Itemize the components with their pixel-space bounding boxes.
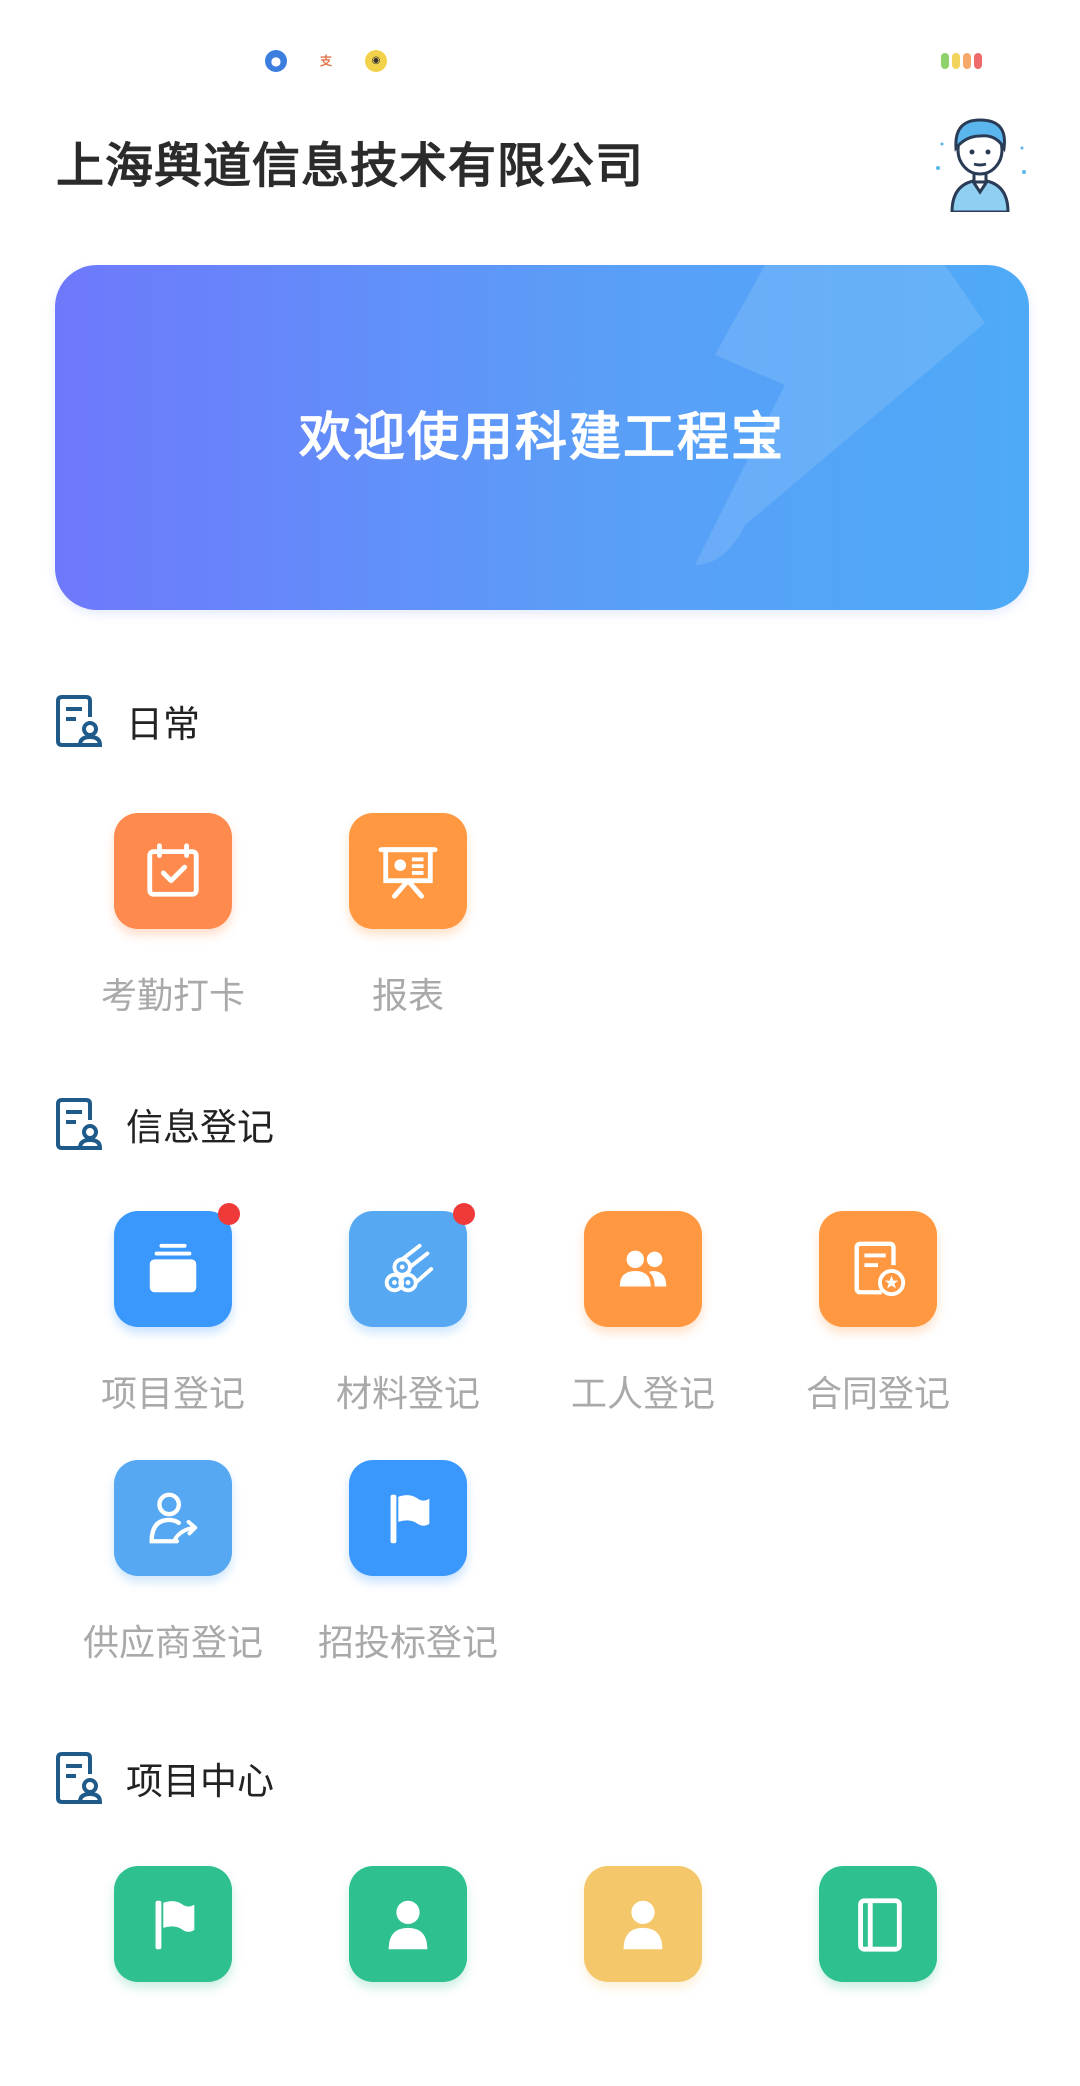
tile-project-center-1[interactable] <box>56 1866 290 2086</box>
tile-supplier-registration[interactable]: 供应商登记 <box>56 1460 290 1680</box>
notification-badge <box>453 1203 475 1225</box>
tile-label: 招投标登记 <box>317 1623 498 1664</box>
avatar[interactable] <box>930 108 1030 214</box>
document-person-icon <box>56 1752 102 1804</box>
section-header-info-registration: 信息登记 <box>56 1097 274 1151</box>
tile-icon-bg <box>819 1866 937 1982</box>
banner-title: 欢迎使用科建工程宝 <box>298 408 785 468</box>
tile-project-center-2[interactable] <box>291 1866 525 2086</box>
tile-bidding-registration[interactable]: 招投标登记 <box>291 1460 525 1680</box>
indicator-dot <box>952 53 960 69</box>
tile-label: 合同登记 <box>805 1374 950 1415</box>
indicator-dot <box>974 53 982 69</box>
app-icon: 支 <box>319 54 332 68</box>
indicator-dot <box>941 53 949 69</box>
tile-label: 供应商登记 <box>82 1623 263 1664</box>
company-name: 上海舆道信息技术有限公司 <box>56 138 645 194</box>
indicator-dot <box>963 53 971 69</box>
flag-icon <box>390 1494 430 1544</box>
face-icon: ◉ <box>365 50 387 72</box>
section-header-project-center: 项目中心 <box>56 1751 274 1805</box>
folder-stack-icon <box>149 1243 197 1293</box>
tile-project-center-3[interactable] <box>526 1866 760 2086</box>
section-title: 信息登记 <box>126 1106 274 1149</box>
person-share-icon <box>149 1492 198 1544</box>
section-title: 日常 <box>126 703 200 746</box>
tile-icon-bg <box>114 1211 232 1327</box>
tile-material-registration[interactable]: 材料登记 <box>291 1203 525 1431</box>
tile-project-registration[interactable]: 项目登记 <box>56 1203 290 1431</box>
tile-label: 考勤打卡 <box>100 976 245 1017</box>
people-icon <box>619 1250 667 1287</box>
notebook-icon <box>858 1898 902 1952</box>
tile-worker-registration[interactable]: 工人登记 <box>526 1211 760 1431</box>
tile-contract-registration[interactable]: 合同登记 <box>761 1211 995 1431</box>
tile-report[interactable]: 报表 <box>291 813 525 1033</box>
user-avatar-icon <box>936 118 1026 214</box>
tile-icon-bg <box>349 1460 467 1576</box>
tile-label: 报表 <box>371 976 444 1017</box>
person-icon <box>388 1900 428 1950</box>
tile-icon-bg <box>584 1866 702 1982</box>
tile-icon-bg <box>584 1211 702 1327</box>
status-indicator-dots <box>941 53 982 69</box>
tile-label: 工人登记 <box>570 1374 715 1415</box>
tile-icon-bg <box>114 1460 232 1576</box>
tile-project-center-4[interactable] <box>761 1866 995 2086</box>
welcome-banner[interactable]: 欢迎使用科建工程宝 <box>55 265 1029 610</box>
presentation-board-icon <box>378 847 438 899</box>
document-person-icon <box>56 1098 102 1150</box>
notification-badge <box>218 1203 240 1225</box>
status-bar: ● 支 ◉ <box>0 0 1080 100</box>
tile-icon-bg <box>349 1866 467 1982</box>
browser-icon: ● <box>265 50 287 72</box>
calendar-check-icon <box>147 843 199 897</box>
person-icon <box>623 1900 663 1950</box>
section-header-daily: 日常 <box>56 694 200 748</box>
tile-icon-bg <box>114 813 232 929</box>
tile-label: 材料登记 <box>335 1374 480 1415</box>
tile-icon-bg <box>349 813 467 929</box>
tile-attendance[interactable]: 考勤打卡 <box>56 813 290 1033</box>
contract-star-icon <box>854 1241 906 1297</box>
tile-label: 项目登记 <box>100 1374 245 1415</box>
document-person-icon <box>56 695 102 747</box>
tile-icon-bg <box>114 1866 232 1982</box>
flag-icon <box>155 1900 195 1950</box>
pipes-icon <box>384 1243 434 1293</box>
tile-icon-bg <box>349 1211 467 1327</box>
tile-icon-bg <box>819 1211 937 1327</box>
section-title: 项目中心 <box>126 1760 274 1803</box>
